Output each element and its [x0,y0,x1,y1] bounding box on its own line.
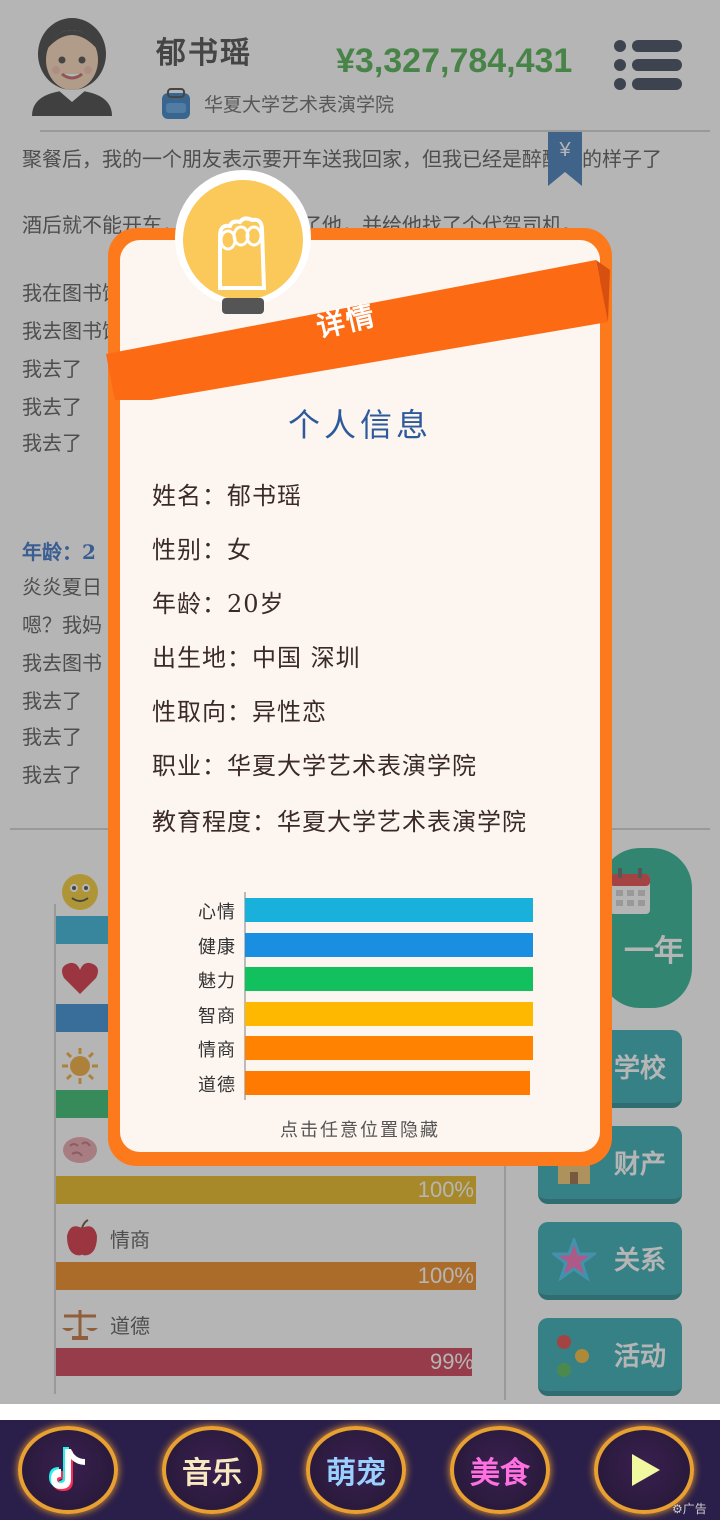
music-label: 音乐 [182,1456,242,1491]
chart-category-label: 道德 [198,1075,236,1096]
app-root: 郁书瑶 华夏大学艺术表演学院 ¥3,327,784,431 聚餐后，我的一个朋友… [0,0,720,1520]
info-birthplace: 出生地：中国 深圳 [152,644,361,672]
chart-bar [245,967,533,992]
chart-axis [244,892,246,1100]
info-name: 姓名：郁书瑶 [152,482,302,510]
chart-bar [245,932,533,957]
chart-bar [245,1001,533,1026]
food-label: 美食 [470,1456,530,1491]
info-occupation: 职业：华夏大学艺术表演学院 [152,752,477,780]
ad-label: ⚙广告 [672,1502,707,1516]
chart-category-label: 健康 [198,936,236,958]
pets-label: 萌宠 [326,1456,386,1491]
info-education: 教育程度：华夏大学艺术表演学院 [152,808,527,836]
hide-hint: 点击任意位置隐藏 [280,1120,440,1141]
chart-category-label: 情商 [198,1040,236,1062]
music-button[interactable]: 音乐 [162,1426,262,1514]
info-age: 年龄：20岁 [152,590,285,618]
pets-button[interactable]: 萌宠 [306,1426,406,1514]
chart-category-label: 魅力 [198,971,236,993]
ad-text: 广告 [682,1502,707,1516]
info-orientation: 性取向：异性恋 [152,698,327,726]
lightbulb-icon [175,170,311,314]
chart-category-label: 智商 [198,1005,236,1027]
food-button[interactable]: 美食 [450,1426,550,1514]
tiktok-icon [49,1447,85,1491]
chart-bar [245,1071,531,1095]
tiktok-button[interactable] [18,1426,118,1514]
chart-bar [245,898,533,922]
info-gender: 性别：女 [152,536,252,564]
chart-category-label: 心情 [198,902,236,923]
play-icon [632,1454,660,1486]
chart-bar [245,1036,533,1061]
modal-title: 个人信息 [287,406,432,444]
